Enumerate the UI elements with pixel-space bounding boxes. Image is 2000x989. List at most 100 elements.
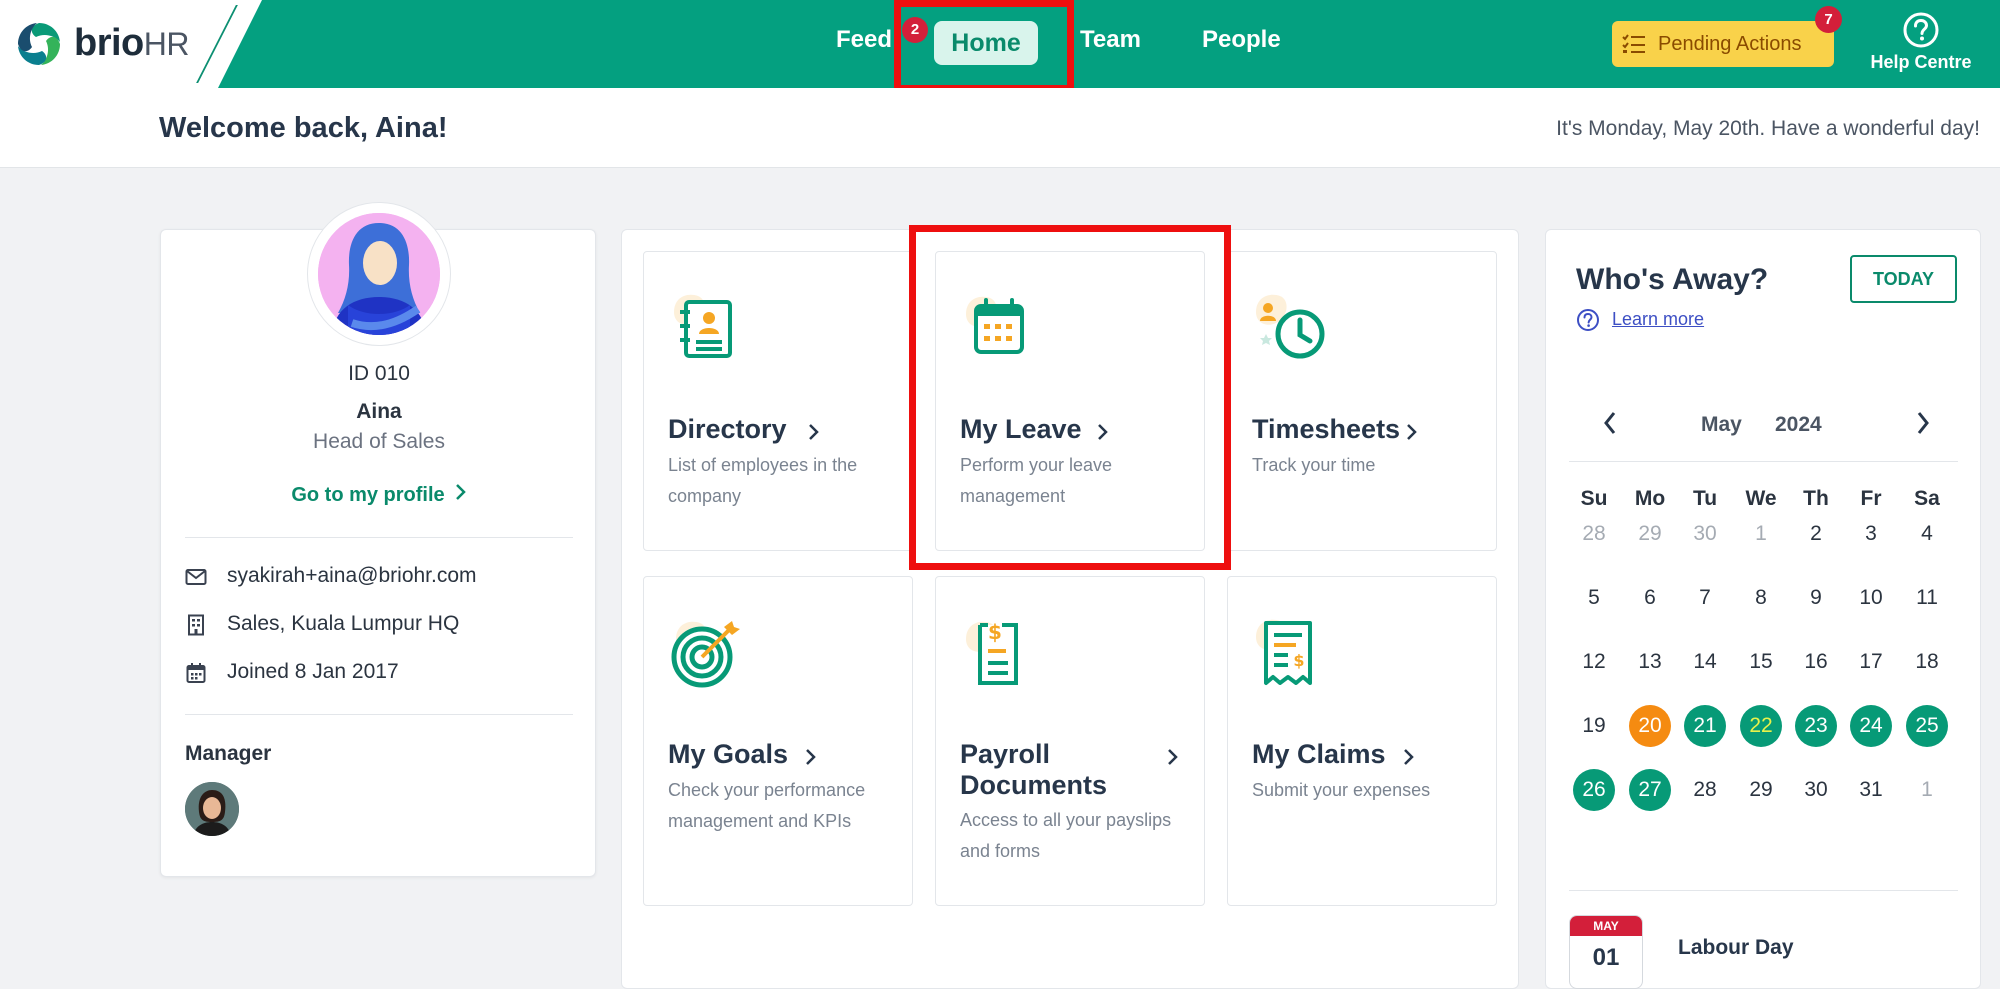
calendar-day[interactable]: 7 xyxy=(1684,577,1726,619)
directory-icon xyxy=(674,294,732,358)
tile-title: My Goals xyxy=(668,739,789,769)
chevron-right-icon xyxy=(1404,749,1414,765)
chevron-right-icon[interactable] xyxy=(1915,410,1931,436)
location-text: Sales, Kuala Lumpur HQ xyxy=(227,612,460,635)
chevron-right-icon xyxy=(455,484,466,500)
calendar-day[interactable]: 13 xyxy=(1629,641,1671,683)
svg-text:$: $ xyxy=(988,620,1002,644)
my-leave-highlight-box xyxy=(909,225,1231,570)
calendar-month[interactable]: May xyxy=(1701,413,1742,437)
help-circle-icon xyxy=(1577,309,1599,331)
calendar-day[interactable]: 25 xyxy=(1906,705,1948,747)
calendar-day[interactable]: 28 xyxy=(1684,769,1726,811)
calendar-day[interactable]: 29 xyxy=(1740,769,1782,811)
tile-title: My Claims xyxy=(1252,739,1386,769)
nav-people[interactable]: People xyxy=(1202,26,1281,54)
help-centre-label[interactable]: Help Centre xyxy=(1870,52,1972,73)
chevron-right-icon xyxy=(809,424,819,440)
tile-description: Submit your expenses xyxy=(1252,780,1431,800)
calendar-day[interactable]: 28 xyxy=(1573,513,1615,555)
nav-feed[interactable]: Feed xyxy=(836,26,892,54)
calendar-day[interactable]: 20 xyxy=(1629,705,1671,747)
employee-role: Head of Sales xyxy=(313,430,445,453)
go-to-profile-link[interactable]: Go to my profile xyxy=(161,483,597,507)
tile-description: Track your time xyxy=(1252,455,1376,475)
divider xyxy=(185,537,573,538)
tile-my-goals[interactable]: My Goals Check your performance manageme… xyxy=(643,576,913,906)
weekday-header: Tu xyxy=(1692,487,1718,510)
calendar-day[interactable]: 11 xyxy=(1906,577,1948,619)
welcome-bar: Welcome back, Aina! It's Monday, May 20t… xyxy=(0,88,2000,168)
calendar-day[interactable]: 18 xyxy=(1906,641,1948,683)
welcome-title: Welcome back, Aina! xyxy=(159,112,448,144)
calendar-icon xyxy=(186,663,206,683)
calendar-day[interactable]: 3 xyxy=(1850,513,1892,555)
email-text: syakirah+aina@briohr.com xyxy=(227,564,477,587)
clock-icon xyxy=(1256,294,1325,359)
pending-actions-label: Pending Actions xyxy=(1658,33,1802,55)
calendar-day[interactable]: 24 xyxy=(1850,705,1892,747)
building-icon xyxy=(188,614,204,636)
calendar-day[interactable]: 30 xyxy=(1795,769,1837,811)
tile-my-claims[interactable]: $ My Claims Submit your expenses xyxy=(1227,576,1497,906)
calendar-day[interactable]: 10 xyxy=(1850,577,1892,619)
joined-text: Joined 8 Jan 2017 xyxy=(227,660,399,683)
holiday-name: Labour Day xyxy=(1678,936,1794,959)
calendar-day[interactable]: 21 xyxy=(1684,705,1726,747)
nav-team[interactable]: Team xyxy=(1080,26,1141,54)
tile-directory[interactable]: Directory List of employees in the compa… xyxy=(643,251,913,551)
calendar-day[interactable]: 9 xyxy=(1795,577,1837,619)
manager-label: Manager xyxy=(185,742,272,765)
payslip-icon: $ xyxy=(966,620,1018,685)
calendar-day[interactable]: 27 xyxy=(1629,769,1671,811)
calendar-day[interactable]: 22 xyxy=(1740,705,1782,747)
calendar-day[interactable]: 29 xyxy=(1629,513,1671,555)
today-button[interactable]: TODAY xyxy=(1850,255,1957,303)
calendar-day[interactable]: 16 xyxy=(1795,641,1837,683)
employee-id: ID 010 xyxy=(348,362,410,385)
calendar-day[interactable]: 15 xyxy=(1740,641,1782,683)
calendar-day[interactable]: 23 xyxy=(1795,705,1837,747)
weekday-header: Sa xyxy=(1914,487,1940,510)
tile-title: Directory xyxy=(668,414,787,444)
calendar-day[interactable]: 1 xyxy=(1740,513,1782,555)
chevron-right-icon xyxy=(1168,749,1178,765)
pending-actions-button[interactable]: Pending Actions xyxy=(1612,21,1834,67)
calendar-day[interactable]: 31 xyxy=(1850,769,1892,811)
weekday-header: Fr xyxy=(1860,487,1882,510)
learn-more-link[interactable]: Learn more xyxy=(1612,309,1704,330)
tile-title: Payroll Documents xyxy=(960,739,1108,800)
person-avatar-icon xyxy=(185,782,239,836)
calendar-day[interactable]: 5 xyxy=(1573,577,1615,619)
whos-away-title: Who's Away? xyxy=(1576,263,1769,296)
calendar-day[interactable]: 12 xyxy=(1573,641,1615,683)
calendar-day[interactable]: 2 xyxy=(1795,513,1837,555)
brio-logo-icon[interactable] xyxy=(14,19,64,69)
tile-payroll-documents[interactable]: $ Payroll Documents Access to all your p… xyxy=(935,576,1205,906)
calendar-day[interactable]: 8 xyxy=(1740,577,1782,619)
tile-description: Check your performance management and KP… xyxy=(668,780,866,831)
tile-title: Timesheets xyxy=(1252,414,1401,444)
go-to-profile-label: Go to my profile xyxy=(291,484,445,506)
avatar[interactable] xyxy=(307,202,451,346)
calendar-day[interactable]: 26 xyxy=(1573,769,1615,811)
chevron-left-icon[interactable] xyxy=(1602,410,1618,436)
weekday-header: We xyxy=(1745,487,1777,510)
calendar-day[interactable]: 19 xyxy=(1573,705,1615,747)
calendar-day[interactable]: 4 xyxy=(1906,513,1948,555)
calendar-day[interactable]: 14 xyxy=(1684,641,1726,683)
mail-icon xyxy=(185,569,207,585)
calendar-year[interactable]: 2024 xyxy=(1775,413,1822,437)
help-icon[interactable] xyxy=(1903,12,1939,48)
calendar-day[interactable]: 17 xyxy=(1850,641,1892,683)
calendar-day[interactable]: 30 xyxy=(1684,513,1726,555)
svg-text:$: $ xyxy=(1293,651,1304,670)
employee-name: Aina xyxy=(356,400,402,423)
brand-wordmark: brioHR xyxy=(74,22,190,64)
manager-avatar[interactable] xyxy=(185,782,239,836)
calendar-day[interactable]: 1 xyxy=(1906,769,1948,811)
tile-timesheets[interactable]: Timesheets Track your time xyxy=(1227,251,1497,551)
calendar-day[interactable]: 6 xyxy=(1629,577,1671,619)
calendar-divider xyxy=(1569,890,1958,891)
holiday-day: 01 xyxy=(1592,944,1620,971)
